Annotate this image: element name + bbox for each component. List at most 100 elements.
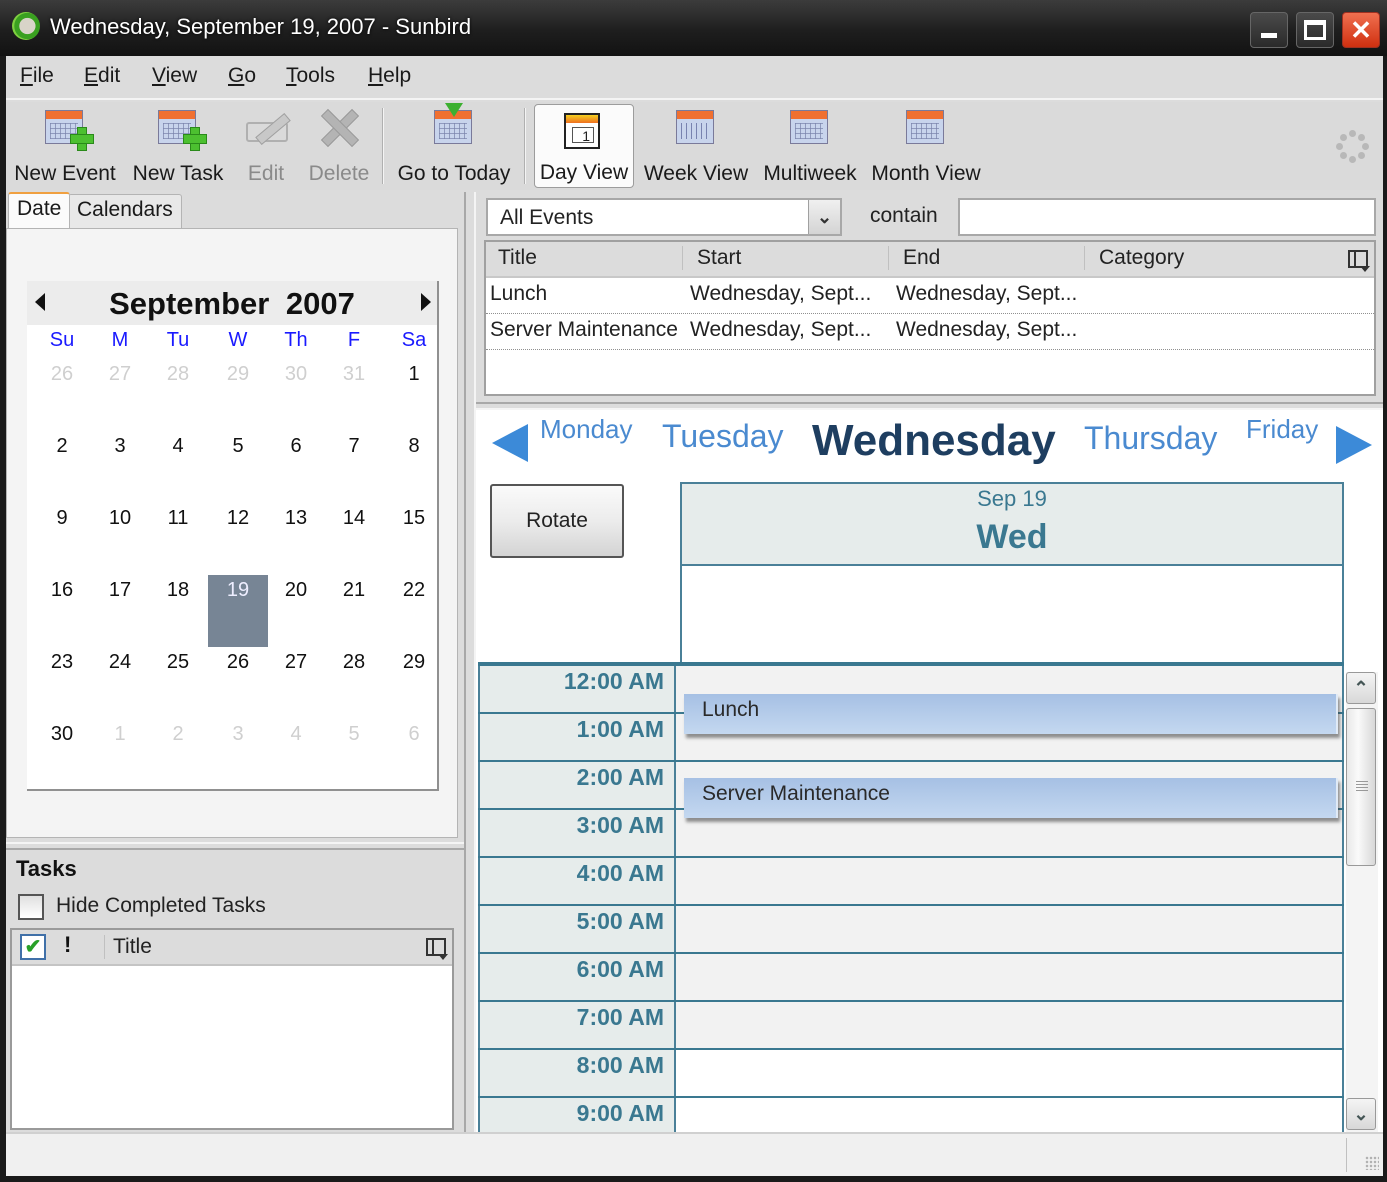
mini-calendar-day[interactable]: 28 [148,359,208,431]
nav-day-thursday[interactable]: Thursday [1084,420,1217,457]
mini-calendar-day[interactable]: 3 [90,431,150,503]
previous-day-arrow-icon[interactable] [492,424,528,462]
day-view-button[interactable]: 1 Day View [534,104,634,188]
hide-completed-checkbox[interactable] [18,894,44,920]
edit-button[interactable]: Edit [236,102,296,188]
mini-calendar-day[interactable]: 4 [266,719,326,791]
mini-calendar-day[interactable]: 30 [266,359,326,431]
event-row[interactable]: Server Maintenance Wednesday, Sept... We… [486,314,1374,350]
mini-calendar-day[interactable]: 8 [384,431,444,503]
menu-file[interactable]: File [20,64,54,88]
event-row[interactable]: Lunch Wednesday, Sept... Wednesday, Sept… [486,278,1374,314]
mini-calendar-day[interactable]: 1 [384,359,444,431]
mini-calendar-day[interactable]: 27 [90,359,150,431]
mini-calendar-day[interactable]: 29 [384,647,444,719]
menu-tools[interactable]: Tools [286,64,335,88]
completed-column-header[interactable]: ✔ [20,934,46,960]
mini-calendar-day[interactable]: 26 [208,647,268,719]
col-category[interactable]: Category [1084,246,1184,270]
close-button[interactable]: ✕ [1342,12,1380,48]
week-view-button[interactable]: Week View [640,102,752,188]
all-day-area[interactable] [680,566,1344,664]
sidebar-splitter[interactable] [6,842,464,850]
mini-calendar-day[interactable]: 23 [32,647,92,719]
mini-calendar-day[interactable]: 26 [32,359,92,431]
tab-calendars[interactable]: Calendars [68,194,182,228]
mini-calendar-day[interactable]: 11 [148,503,208,575]
mini-calendar-day[interactable]: 3 [208,719,268,791]
list-splitter[interactable] [476,402,1383,410]
task-list[interactable]: ✔ ! Title [10,928,454,1130]
event-list[interactable]: Title Start End Category Lunch Wednesday… [484,240,1376,396]
col-end[interactable]: End [888,246,940,270]
hour-slot[interactable] [676,858,1344,904]
mini-calendar-day[interactable]: 2 [148,719,208,791]
chevron-down-icon[interactable]: ⌄ [808,200,840,234]
mini-calendar-day[interactable]: 27 [266,647,326,719]
next-day-arrow-icon[interactable] [1336,426,1372,464]
event-block[interactable]: Lunch [684,694,1338,734]
maximize-button[interactable] [1296,12,1334,48]
nav-day-friday[interactable]: Friday [1246,414,1318,445]
hour-slot[interactable] [676,1050,1344,1096]
column-picker-icon[interactable] [1348,250,1370,272]
mini-calendar-day[interactable]: 17 [90,575,150,647]
month-view-button[interactable]: Month View [870,102,982,188]
tab-date[interactable]: Date [8,192,71,230]
event-block[interactable]: Server Maintenance [684,778,1338,818]
mini-calendar-day[interactable]: 2 [32,431,92,503]
go-to-today-button[interactable]: Go to Today [392,102,516,188]
mini-calendar-day[interactable]: 14 [324,503,384,575]
mini-calendar-day[interactable]: 21 [324,575,384,647]
mini-calendar-day[interactable]: 5 [208,431,268,503]
multiweek-view-button[interactable]: Multiweek [762,102,858,188]
event-filter-select[interactable]: All Events ⌄ [486,198,842,236]
mini-calendar-day[interactable]: 18 [148,575,208,647]
column-picker-icon[interactable] [426,938,448,960]
mini-calendar-day[interactable]: 9 [32,503,92,575]
mini-calendar-day[interactable]: 15 [384,503,444,575]
mini-calendar-day[interactable]: 28 [324,647,384,719]
mini-calendar-day[interactable]: 10 [90,503,150,575]
hide-completed-label[interactable]: Hide Completed Tasks [56,894,266,918]
mini-calendar-day[interactable]: 31 [324,359,384,431]
scroll-up-icon[interactable]: ⌃ [1346,672,1376,704]
menu-help[interactable]: Help [368,64,411,88]
priority-column-header[interactable]: ! [64,932,71,958]
mini-calendar-day[interactable]: 20 [266,575,326,647]
mini-calendar-day[interactable]: 5 [324,719,384,791]
mini-calendar-day[interactable]: 25 [148,647,208,719]
new-task-button[interactable]: New Task [126,102,230,188]
mini-calendar-day[interactable]: 6 [266,431,326,503]
mini-calendar-day[interactable]: 6 [384,719,444,791]
menu-edit[interactable]: Edit [84,64,120,88]
mini-calendar-day[interactable]: 29 [208,359,268,431]
mini-calendar-day[interactable]: 30 [32,719,92,791]
title-column-header[interactable]: Title [104,935,152,959]
mini-calendar-day[interactable]: 16 [32,575,92,647]
resize-grip-icon[interactable] [1365,1156,1379,1170]
mini-calendar-day[interactable]: 13 [266,503,326,575]
minimize-button[interactable] [1250,12,1288,48]
mini-calendar-day[interactable]: 22 [384,575,444,647]
vertical-scrollbar[interactable]: ⌃ ⌄ [1346,672,1378,1132]
menu-view[interactable]: View [152,64,197,88]
scroll-down-icon[interactable]: ⌄ [1346,1098,1376,1130]
hour-slot[interactable] [676,1002,1344,1048]
rotate-button[interactable]: Rotate [490,484,624,558]
delete-button[interactable]: Delete [304,102,374,188]
col-title[interactable]: Title [492,246,537,270]
next-month-arrow-icon[interactable] [421,293,431,311]
scrollbar-thumb[interactable] [1346,708,1376,866]
mini-calendar-day[interactable]: 24 [90,647,150,719]
hour-slot[interactable] [676,906,1344,952]
hour-slot[interactable] [676,1098,1344,1132]
mini-calendar-day[interactable]: 4 [148,431,208,503]
menu-go[interactable]: Go [228,64,256,88]
nav-day-wednesday[interactable]: Wednesday [812,416,1056,466]
hour-slot[interactable] [676,954,1344,1000]
nav-day-monday[interactable]: Monday [540,414,633,445]
mini-calendar-day[interactable]: 7 [324,431,384,503]
mini-calendar-day[interactable]: 1 [90,719,150,791]
new-event-button[interactable]: New Event [10,102,120,188]
